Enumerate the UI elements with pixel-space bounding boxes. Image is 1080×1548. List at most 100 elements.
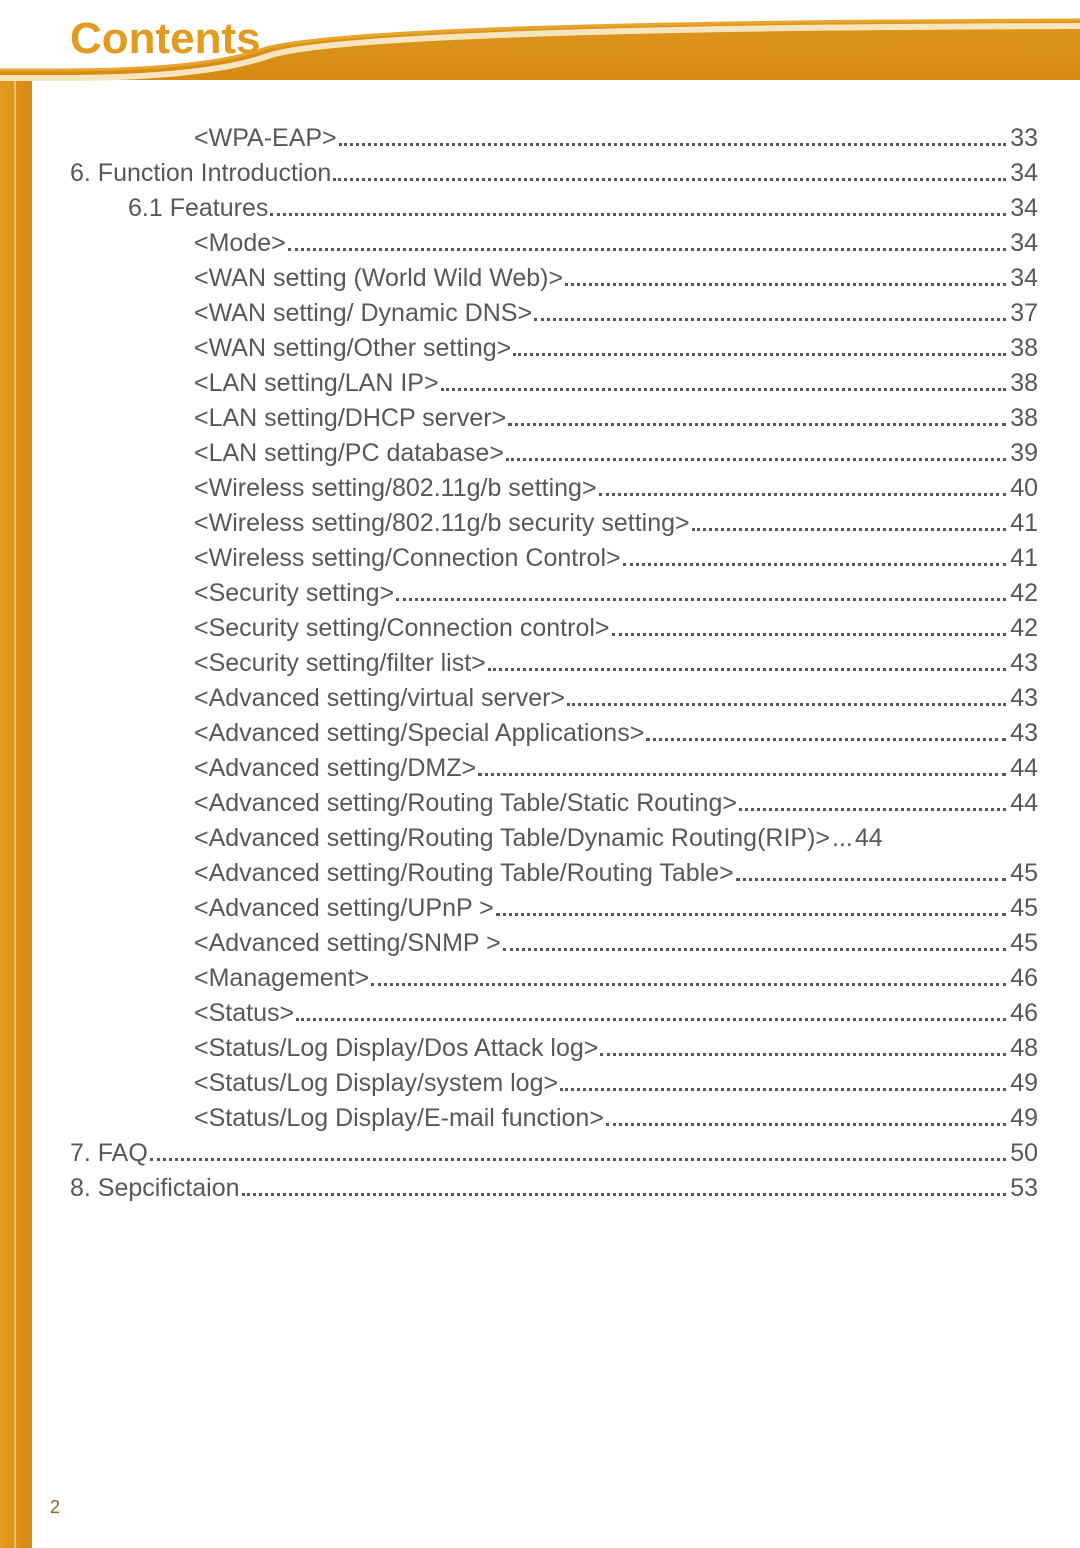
toc-leader-dots bbox=[478, 773, 1006, 776]
toc-label: <Advanced setting/Special Applications> bbox=[194, 721, 644, 746]
toc-row: <Security setting/Connection control> 42 bbox=[70, 616, 1038, 641]
toc-row: <LAN setting/LAN IP>38 bbox=[70, 371, 1038, 396]
toc-row: <Status/Log Display/system log>49 bbox=[70, 1071, 1038, 1096]
toc-label: <WPA-EAP> bbox=[194, 126, 337, 151]
toc-leader-dots bbox=[506, 458, 1006, 461]
toc-leader-dots bbox=[623, 563, 1007, 566]
toc-row: <Wireless setting/802.11g/b security set… bbox=[70, 511, 1038, 536]
toc-ellipsis: ... bbox=[832, 826, 853, 851]
toc-leader-dots bbox=[599, 493, 1007, 496]
toc-leader-dots bbox=[736, 878, 1006, 881]
toc-page: 48 bbox=[1010, 1036, 1038, 1061]
toc-leader-dots bbox=[396, 598, 1006, 601]
left-decor-strip bbox=[0, 0, 32, 1548]
toc-leader-dots bbox=[534, 318, 1006, 321]
toc-page: 40 bbox=[1010, 476, 1038, 501]
toc-row: <Status> 46 bbox=[70, 1001, 1038, 1026]
toc-leader-dots bbox=[739, 808, 1006, 811]
toc-row: <WPA-EAP> 33 bbox=[70, 126, 1038, 151]
toc-leader-dots bbox=[488, 668, 1006, 671]
toc-page: 53 bbox=[1010, 1176, 1038, 1201]
toc-row: <Advanced setting/Special Applications> 4… bbox=[70, 721, 1038, 746]
toc-page: 39 bbox=[1010, 441, 1038, 466]
toc-label: <LAN setting/PC database> bbox=[194, 441, 504, 466]
toc-page: 44 bbox=[1010, 756, 1038, 781]
toc-page: 41 bbox=[1010, 511, 1038, 536]
toc-row: <WAN setting (World Wild Web)> 34 bbox=[70, 266, 1038, 291]
toc-label: <WAN setting/ Dynamic DNS> bbox=[194, 301, 532, 326]
toc-page: 50 bbox=[1010, 1141, 1038, 1166]
toc-row: <WAN setting/ Dynamic DNS>37 bbox=[70, 301, 1038, 326]
page-title: Contents bbox=[70, 14, 261, 64]
toc-leader-dots bbox=[288, 248, 1006, 251]
toc-label: <Wireless setting/802.11g/b setting> bbox=[194, 476, 597, 501]
toc-label: <LAN setting/DHCP server> bbox=[194, 406, 506, 431]
toc-label: <Advanced setting/UPnP > bbox=[194, 896, 494, 921]
toc-leader-dots bbox=[646, 738, 1006, 741]
toc-label: 8. Sepcifictaion bbox=[70, 1176, 240, 1201]
toc-label: <Mode> bbox=[194, 231, 286, 256]
toc-label: <Advanced setting/Routing Table/Routing … bbox=[194, 861, 734, 886]
toc-label: <Status/Log Display/Dos Attack log> bbox=[194, 1036, 598, 1061]
toc-row: <Advanced setting/SNMP >45 bbox=[70, 931, 1038, 956]
toc-page: 34 bbox=[1010, 266, 1038, 291]
toc-leader-dots bbox=[333, 178, 1006, 181]
toc-leader-dots bbox=[296, 1018, 1006, 1021]
toc-leader-dots bbox=[606, 1123, 1006, 1126]
toc-label: <Advanced setting/Routing Table/Static R… bbox=[194, 791, 737, 816]
toc-leader-dots bbox=[242, 1193, 1007, 1196]
toc-page: 34 bbox=[1010, 196, 1038, 221]
toc-page: 42 bbox=[1010, 616, 1038, 641]
toc-leader-dots bbox=[600, 1053, 1006, 1056]
toc-page: 38 bbox=[1010, 371, 1038, 396]
toc-row: <Advanced setting/virtual server> 43 bbox=[70, 686, 1038, 711]
toc-page: 43 bbox=[1010, 721, 1038, 746]
toc-page: 41 bbox=[1010, 546, 1038, 571]
toc-row: <Security setting/filter list>43 bbox=[70, 651, 1038, 676]
toc-row: 7. FAQ 50 bbox=[70, 1141, 1038, 1166]
toc-leader-dots bbox=[503, 948, 1007, 951]
toc-leader-dots bbox=[567, 703, 1006, 706]
toc-page: 46 bbox=[1010, 1001, 1038, 1026]
toc-page: 42 bbox=[1010, 581, 1038, 606]
toc-row: <Status/Log Display/Dos Attack log> 48 bbox=[70, 1036, 1038, 1061]
toc-label: <Security setting/filter list> bbox=[194, 651, 486, 676]
toc-row: <Wireless setting/802.11g/b setting> 40 bbox=[70, 476, 1038, 501]
toc-leader-dots bbox=[496, 913, 1006, 916]
toc-row: <Advanced setting/DMZ> 44 bbox=[70, 756, 1038, 781]
toc-row: <Status/Log Display/E-mail function>49 bbox=[70, 1106, 1038, 1131]
toc-leader-dots bbox=[692, 528, 1007, 531]
toc-row: <WAN setting/Other setting>38 bbox=[70, 336, 1038, 361]
toc-label: <Advanced setting/virtual server> bbox=[194, 686, 565, 711]
toc-page: 43 bbox=[1010, 686, 1038, 711]
toc-label: <Security setting/Connection control> bbox=[194, 616, 610, 641]
page-number: 2 bbox=[50, 1497, 60, 1518]
toc-page: 33 bbox=[1010, 126, 1038, 151]
toc-label: <Advanced setting/DMZ> bbox=[194, 756, 476, 781]
toc-label: 7. FAQ bbox=[70, 1141, 148, 1166]
toc-page: 34 bbox=[1010, 161, 1038, 186]
toc-label: <Management> bbox=[194, 966, 369, 991]
toc-label: <Status/Log Display/system log> bbox=[194, 1071, 558, 1096]
toc-leader-dots bbox=[270, 213, 1006, 216]
toc-row: <Advanced setting/Routing Table/Dynamic … bbox=[70, 826, 1038, 851]
toc-row: <Advanced setting/Routing Table/Static R… bbox=[70, 791, 1038, 816]
toc-label: <Status> bbox=[194, 1001, 294, 1026]
toc-page: 49 bbox=[1010, 1106, 1038, 1131]
toc-label: <WAN setting (World Wild Web)> bbox=[194, 266, 563, 291]
left-decor-strip-inner bbox=[14, 0, 16, 1548]
toc-leader-dots bbox=[513, 353, 1006, 356]
toc-label: <WAN setting/Other setting> bbox=[194, 336, 511, 361]
toc-leader-dots bbox=[441, 388, 1007, 391]
toc-row: 8. Sepcifictaion 53 bbox=[70, 1176, 1038, 1201]
toc-row: <Mode>34 bbox=[70, 231, 1038, 256]
toc-label: <Advanced setting/SNMP > bbox=[194, 931, 501, 956]
toc-label: <Wireless setting/Connection Control> bbox=[194, 546, 621, 571]
toc-label: <Security setting> bbox=[194, 581, 394, 606]
toc-row: <Advanced setting/Routing Table/Routing … bbox=[70, 861, 1038, 886]
toc-leader-dots bbox=[150, 1158, 1006, 1161]
toc-leader-dots bbox=[560, 1088, 1006, 1091]
toc-row: <Wireless setting/Connection Control> 41 bbox=[70, 546, 1038, 571]
toc-row: <Advanced setting/UPnP >45 bbox=[70, 896, 1038, 921]
toc-label: 6.1 Features bbox=[128, 196, 268, 221]
